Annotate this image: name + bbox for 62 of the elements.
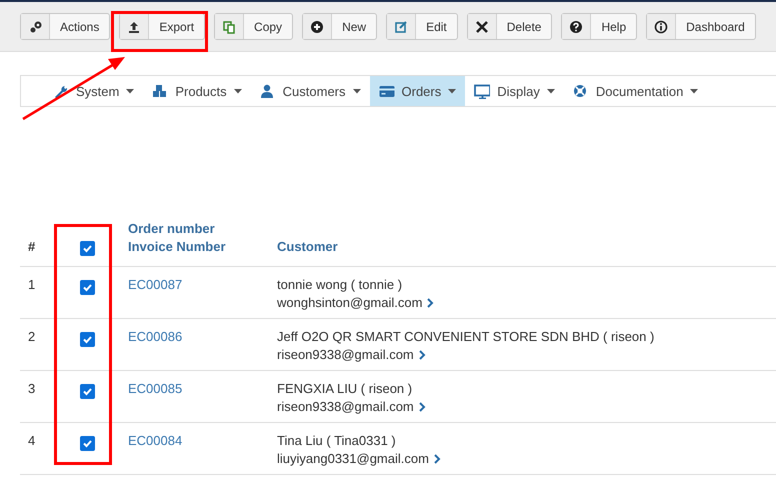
customer-email: riseon9338@gmail.com xyxy=(277,346,414,364)
table-cell: 1 xyxy=(28,276,36,292)
toolbar-button[interactable]: Edit xyxy=(386,13,458,40)
help-icon xyxy=(569,20,584,34)
checkbox[interactable] xyxy=(80,332,95,346)
caret-icon xyxy=(126,88,134,94)
menu-item[interactable]: Display xyxy=(465,76,564,106)
caret-icon xyxy=(352,88,361,94)
caret-icon xyxy=(546,88,555,94)
lifebuoy-icon xyxy=(572,84,589,98)
order-link[interactable]: EC00086 xyxy=(128,328,182,344)
caret-icon xyxy=(234,88,242,94)
customer-email: riseon9338@gmail.com xyxy=(277,398,414,416)
chevron-right-icon xyxy=(432,454,441,464)
table-cell: 2 xyxy=(28,328,36,344)
table-cell: 4 xyxy=(28,432,36,448)
toolbar-button[interactable]: Delete xyxy=(466,13,552,40)
checkbox[interactable] xyxy=(80,436,95,450)
plus-circle-icon xyxy=(310,20,324,34)
toolbar-button[interactable]: New xyxy=(302,13,378,40)
cubes-icon xyxy=(152,84,168,98)
column-header[interactable]: Customer xyxy=(277,238,338,254)
caret-icon xyxy=(690,88,698,94)
close-icon xyxy=(474,20,489,34)
copy-icon xyxy=(222,20,236,34)
menu-item[interactable]: Documentation xyxy=(564,76,708,106)
checkbox[interactable] xyxy=(80,240,95,256)
menu-item[interactable]: System xyxy=(51,76,144,106)
info-circle-icon xyxy=(654,20,668,34)
order-link[interactable]: EC00087 xyxy=(128,276,182,292)
toolbar-button[interactable]: Copy xyxy=(214,13,294,40)
user-icon xyxy=(260,84,276,98)
toolbar-button[interactable]: Export xyxy=(119,13,206,40)
customer-name: tonnie wong ( tonnie ) xyxy=(277,276,404,294)
customer-name: Tina Liu ( Tina0331 ) xyxy=(277,432,397,450)
column-header: # xyxy=(28,238,36,254)
checkbox[interactable] xyxy=(80,280,95,294)
order-link[interactable]: EC00085 xyxy=(128,380,182,396)
customer-email: wonghsinton@gmail.com xyxy=(277,294,422,312)
wrench-icon xyxy=(53,84,69,98)
toolbar-button[interactable]: Actions xyxy=(20,13,110,40)
caret-icon xyxy=(448,88,456,94)
table-cell: 3 xyxy=(28,380,36,396)
order-link[interactable]: EC00084 xyxy=(128,432,182,448)
upload-icon xyxy=(127,20,142,34)
chevron-right-icon xyxy=(418,350,426,360)
menu-item[interactable]: Customers xyxy=(250,76,370,106)
chevron-right-icon xyxy=(418,402,426,412)
monitor-icon xyxy=(474,84,490,98)
customer-name: Jeff O2O QR SMART CONVENIENT STORE SDN BHD ( riseon ) xyxy=(277,328,656,346)
menu-item[interactable]: Orders xyxy=(370,76,466,106)
chevron-right-icon xyxy=(426,298,434,308)
customer-email: liuyiyang0331@gmail.com xyxy=(277,450,429,468)
column-header[interactable]: Invoice Number xyxy=(128,238,261,256)
column-header[interactable]: Order number xyxy=(128,220,261,238)
toolbar-button[interactable]: Dashboard xyxy=(646,13,756,40)
credit-card-icon xyxy=(378,84,395,98)
edit-icon xyxy=(394,20,408,34)
menu-item[interactable]: Products xyxy=(143,76,251,106)
checkbox[interactable] xyxy=(80,384,95,398)
toolbar-button[interactable]: Help xyxy=(561,13,638,40)
customer-name: FENGXIA LIU ( riseon ) xyxy=(277,380,414,398)
